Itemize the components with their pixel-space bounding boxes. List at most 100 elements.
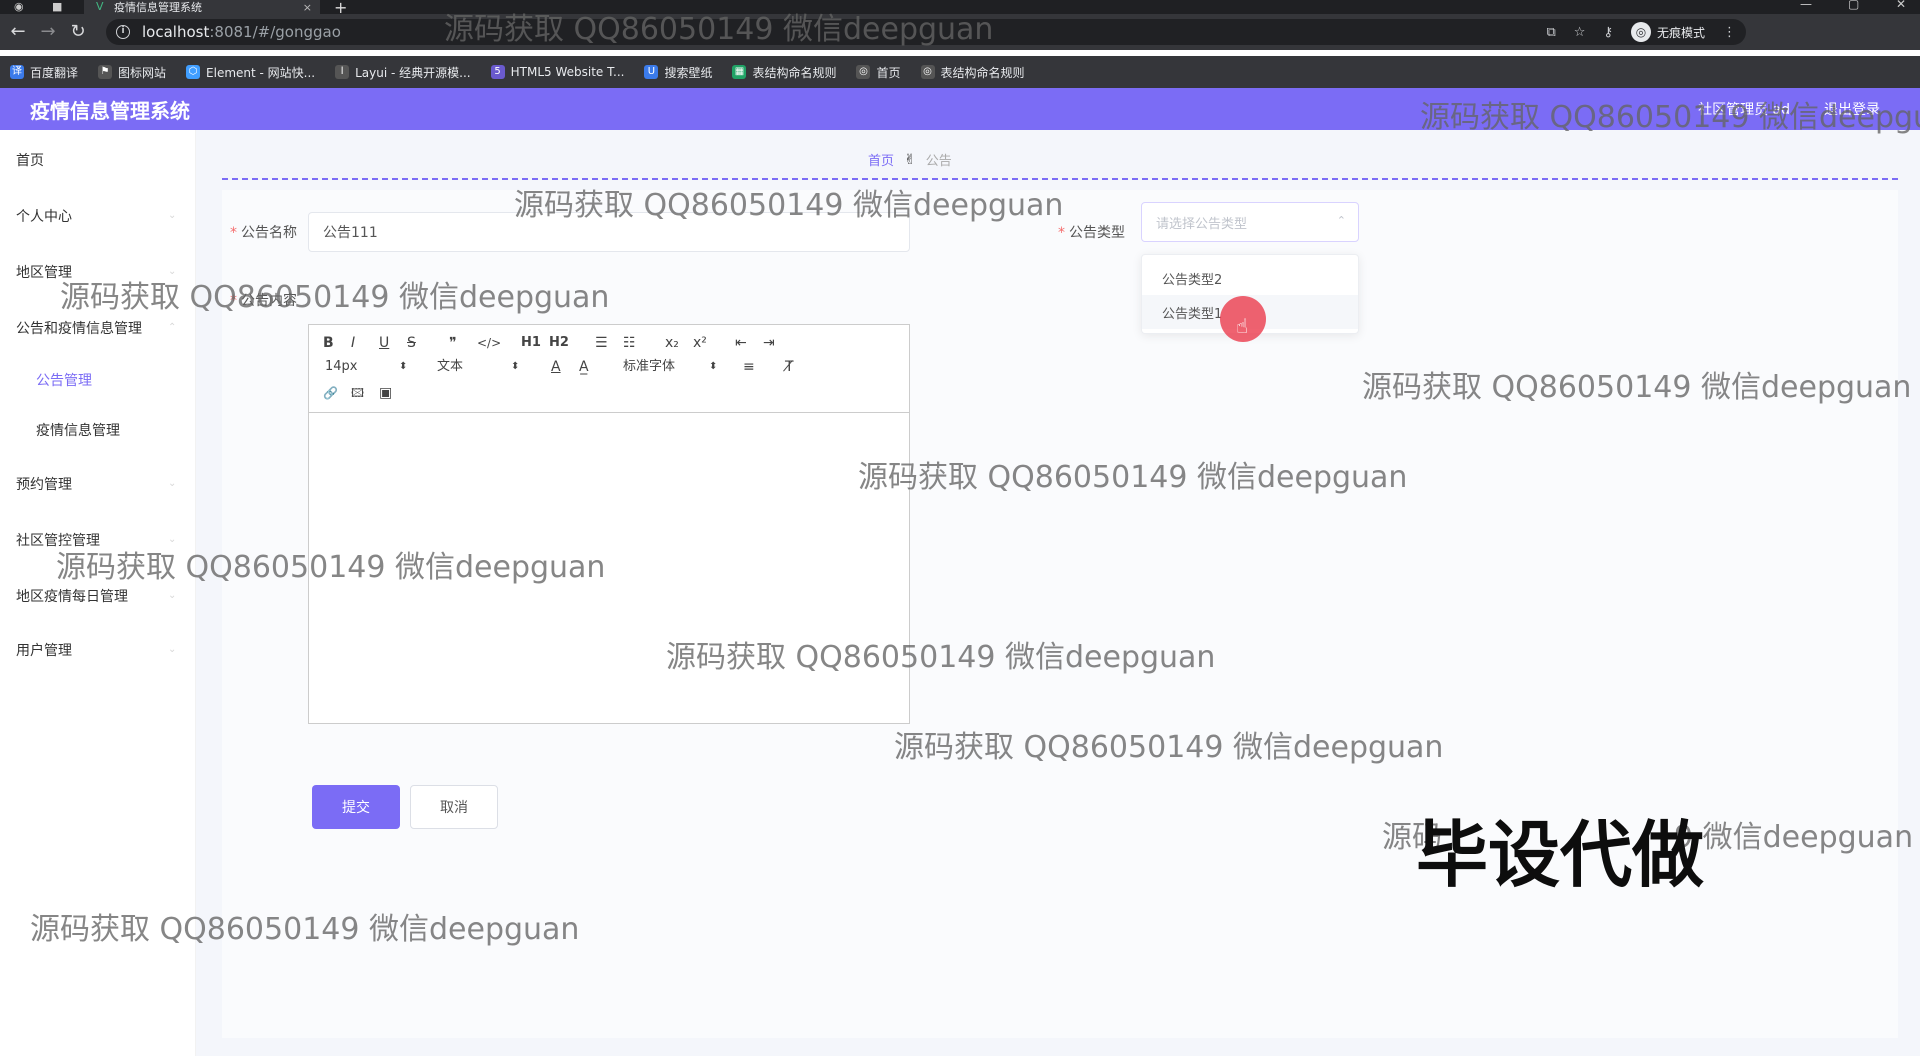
sheet-icon: ▦	[732, 65, 747, 79]
bookmark-label: Element - 网站快...	[206, 65, 316, 80]
chevron-down-icon: ⌄	[168, 534, 177, 545]
breadcrumb-home[interactable]: 首页	[868, 150, 894, 169]
chevron-down-icon: ⌄	[168, 210, 177, 221]
minimize-icon[interactable]: —	[1800, 0, 1812, 11]
address-bar[interactable]: i localhost:8081/#/gonggao ⧉ ☆ ⚷ ◎ 无痕模式 …	[106, 19, 1746, 45]
key-icon[interactable]: ⚷	[1603, 25, 1613, 40]
reload-icon[interactable]: ↻	[66, 20, 90, 44]
blockquote-button[interactable]: ❞	[449, 331, 457, 355]
maximize-icon[interactable]: ▢	[1848, 0, 1859, 11]
hand-icon: ✌	[904, 151, 916, 168]
block-type-select[interactable]: 文本 ⬍	[437, 355, 527, 379]
chevron-down-icon: ⌄	[168, 644, 177, 655]
sidebar-item-community-control[interactable]: 社区管控管理	[16, 530, 100, 550]
wallpaper-icon: U	[644, 65, 659, 79]
heading1-button[interactable]: H1	[521, 331, 541, 355]
forward-icon[interactable]: →	[36, 20, 60, 44]
logout-link[interactable]: 退出登录	[1824, 99, 1880, 119]
bookmark-item[interactable]: 5 HTML5 Website T...	[490, 65, 624, 79]
bookmark-label: 搜索壁纸	[664, 65, 713, 80]
tab-close-icon[interactable]: ×	[303, 1, 312, 14]
notice-name-label: * 公告名称	[230, 225, 297, 241]
translate-icon[interactable]: ⧉	[1547, 25, 1556, 40]
underline-button[interactable]: U	[379, 331, 389, 355]
ordered-list-button[interactable]: ☰	[595, 331, 608, 355]
notice-type-option[interactable]: 公告类型2	[1142, 261, 1358, 295]
font-family-select[interactable]: 标准字体 ⬍	[623, 355, 723, 379]
url-text: localhost:8081/#/gonggao	[142, 23, 341, 41]
heading2-button[interactable]: H2	[549, 331, 569, 355]
sidebar-item-users[interactable]: 用户管理	[16, 640, 72, 660]
notice-type-dropdown: 公告类型2 公告类型1	[1141, 254, 1359, 334]
bullet-list-button[interactable]: ☷	[623, 331, 636, 355]
bookmark-label: Layui - 经典开源模...	[355, 65, 471, 80]
vue-favicon-icon: V	[96, 0, 104, 13]
bookmark-item[interactable]: U 搜索壁纸	[644, 64, 712, 81]
subscript-button[interactable]: x₂	[665, 331, 679, 355]
back-icon[interactable]: ←	[6, 20, 30, 44]
chevron-down-icon: ⌄	[168, 266, 177, 277]
superscript-button[interactable]: x²	[693, 331, 707, 355]
incognito-indicator[interactable]: ◎ 无痕模式	[1630, 22, 1705, 42]
image-button[interactable]: 🖾	[351, 381, 364, 405]
chevron-down-icon: ⌄	[168, 590, 177, 601]
site-info-icon[interactable]: i	[116, 25, 130, 39]
more-menu-icon[interactable]: ⋮	[1723, 25, 1736, 40]
bookmark-item[interactable]: ◎ 表结构命名规则	[920, 64, 1025, 81]
tab-title: 疫情信息管理系统	[114, 1, 202, 14]
breadcrumb: 首页 ✌ 公告	[868, 150, 952, 170]
background-color-button[interactable]: A̲	[579, 355, 589, 379]
sidebar-item-notice-manage[interactable]: 公告管理	[36, 370, 92, 390]
sidebar-item-region[interactable]: 地区管理	[16, 262, 72, 282]
text-color-button[interactable]: A	[551, 355, 561, 379]
promo-stamp-text: 毕设代做	[1416, 813, 1705, 897]
clear-format-button[interactable]: T̸	[785, 355, 794, 379]
indent-button[interactable]: ⇥	[763, 331, 775, 355]
notice-name-input[interactable]: 公告111	[308, 212, 910, 252]
italic-button[interactable]: I	[351, 331, 355, 355]
bookmark-label: 图标网站	[118, 65, 167, 80]
omnibox-actions: ⧉ ☆ ⚷ ◎ 无痕模式 ⋮	[1547, 19, 1736, 45]
browser-tab-strip: ◉ ■ V 疫情信息管理系统 × + — ▢ ✕	[0, 0, 1920, 17]
window-menu-icon[interactable]: ■	[52, 0, 66, 13]
notice-type-placeholder: 请选择公告类型	[1156, 216, 1248, 232]
sidebar: 首页 个人中心 ⌄ 地区管理 ⌄ 公告和疫情信息管理 ⌃ 公告管理 疫情信息管理…	[0, 130, 196, 1056]
bookmark-item[interactable]: ▦ 表结构命名规则	[732, 64, 836, 81]
bookmark-item[interactable]: 译百度翻译	[10, 64, 78, 81]
sidebar-item-daily-region[interactable]: 地区疫情每日管理	[16, 586, 128, 606]
sidebar-item-notice-epidemic[interactable]: 公告和疫情信息管理	[16, 318, 142, 338]
cancel-button[interactable]: 取消	[410, 785, 498, 829]
bookmark-item[interactable]: ◎ 首页	[856, 64, 901, 81]
bookmark-item[interactable]: ⚑ 图标网站	[98, 64, 166, 81]
notice-type-select[interactable]: 请选择公告类型 ⌃	[1141, 202, 1359, 242]
close-window-icon[interactable]: ✕	[1896, 0, 1906, 11]
notice-type-label: * 公告类型	[1058, 225, 1125, 241]
breadcrumb-divider	[222, 178, 1898, 180]
globe-icon: ◎	[920, 65, 935, 79]
sidebar-item-appointment[interactable]: 预约管理	[16, 474, 72, 494]
translate-icon: 译	[10, 65, 24, 79]
link-button[interactable]: 🔗	[323, 381, 338, 405]
editor-content-area[interactable]	[309, 414, 909, 723]
sidebar-item-profile[interactable]: 个人中心	[16, 206, 72, 226]
sidebar-item-epidemic-info[interactable]: 疫情信息管理	[36, 420, 120, 440]
layui-icon: l	[335, 65, 350, 79]
bold-button[interactable]: B	[323, 331, 334, 355]
align-button[interactable]: ≡	[743, 355, 755, 379]
profile-icon[interactable]: ◉	[14, 0, 28, 13]
font-size-select[interactable]: 14px ⬍	[325, 355, 415, 379]
sidebar-item-home[interactable]: 首页	[16, 150, 44, 170]
bookmark-item[interactable]: ⬡ Element - 网站快...	[186, 64, 315, 81]
strike-button[interactable]: S	[407, 331, 416, 355]
rich-text-editor[interactable]: B I U S ❞ </> H1 H2 ☰ ☷ x₂ x² ⇤ ⇥ 14px⬍	[308, 324, 910, 724]
video-button[interactable]: ▣	[379, 381, 392, 405]
notice-content-label: * 公告内容	[230, 293, 297, 309]
submit-button[interactable]: 提交	[312, 785, 400, 829]
notice-type-option[interactable]: 公告类型1	[1142, 295, 1358, 329]
bookmarks-bar: 译百度翻译 ⚑ 图标网站 ⬡ Element - 网站快... l Layui - 经典开源…	[0, 56, 1920, 88]
bookmark-star-icon[interactable]: ☆	[1574, 25, 1586, 40]
outdent-button[interactable]: ⇤	[735, 331, 747, 355]
code-block-button[interactable]: </>	[477, 331, 501, 355]
browser-tab-active[interactable]: V 疫情信息管理系统 ×	[84, 0, 320, 14]
bookmark-item[interactable]: l Layui - 经典开源模...	[335, 64, 471, 81]
